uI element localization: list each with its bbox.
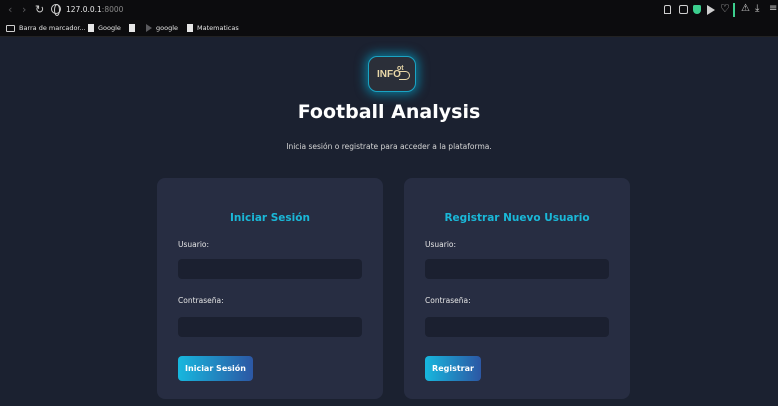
bookmark-label: Barra de marcador... <box>19 24 86 32</box>
logo-swoosh-icon <box>399 71 410 80</box>
url-port: :8000 <box>101 5 124 14</box>
login-password-label: Contraseña: <box>178 296 224 305</box>
bookmark-item[interactable]: google <box>146 20 178 36</box>
page-icon <box>129 24 135 32</box>
address-bar[interactable]: 127.0.0.1:8000 <box>66 4 123 16</box>
login-password-input[interactable] <box>178 317 362 337</box>
browser-toolbar: ‹ › ↻ 127.0.0.1:8000 ♡ ⚠ ⤓ ≡ <box>0 0 778 20</box>
bookmark-label: Google <box>98 24 121 32</box>
bookmark-icon[interactable] <box>664 5 671 14</box>
register-password-input[interactable] <box>425 317 609 337</box>
forward-icon[interactable]: › <box>22 3 26 17</box>
register-username-label: Usuario: <box>425 240 457 249</box>
register-username-input[interactable] <box>425 259 609 279</box>
bookmark-item[interactable]: Barra de marcador... <box>6 20 86 36</box>
bookmarks-bar: Barra de marcador... Google google Matem… <box>0 20 778 37</box>
menu-icon[interactable]: ≡ <box>769 2 777 16</box>
login-title: Iniciar Sesión <box>230 212 310 224</box>
bookmark-item[interactable]: Google <box>88 20 121 36</box>
login-username-input[interactable] <box>178 259 362 279</box>
globe-icon <box>51 4 61 16</box>
bookmark-item[interactable] <box>129 20 135 36</box>
heart-icon[interactable]: ♡ <box>720 2 730 16</box>
play-icon[interactable] <box>707 5 715 15</box>
login-card: Iniciar Sesión Usuario: Contraseña: Inic… <box>157 178 383 399</box>
register-title: Registrar Nuevo Usuario <box>444 212 590 224</box>
page-icon <box>187 24 193 32</box>
bookmark-label: google <box>156 24 179 32</box>
reload-icon[interactable]: ↻ <box>35 3 44 17</box>
page-subtitle: Inicia sesión o registrate para acceder … <box>286 142 492 151</box>
app-logo: INFO ot <box>368 56 416 92</box>
bookmark-label: Matematicas <box>197 24 239 32</box>
page-icon <box>88 24 94 32</box>
back-icon[interactable]: ‹ <box>8 3 12 17</box>
download-icon[interactable]: ⤓ <box>755 2 759 16</box>
register-password-label: Contraseña: <box>425 296 471 305</box>
register-card: Registrar Nuevo Usuario Usuario: Contras… <box>404 178 630 399</box>
shield-icon[interactable] <box>693 5 701 14</box>
login-username-label: Usuario: <box>178 240 210 249</box>
toolbar-divider <box>733 3 735 17</box>
login-button[interactable]: Iniciar Sesión <box>178 356 253 381</box>
url-host: 127.0.0.1 <box>66 5 102 14</box>
extension-icon[interactable]: ⚠ <box>741 2 750 16</box>
register-button[interactable]: Registrar <box>425 356 481 381</box>
screenshot-icon[interactable] <box>679 5 688 14</box>
bookmark-item[interactable]: Matematicas <box>187 20 239 36</box>
folder-icon <box>6 24 15 32</box>
favicon-icon <box>146 24 152 32</box>
page-title: Football Analysis <box>297 101 481 123</box>
